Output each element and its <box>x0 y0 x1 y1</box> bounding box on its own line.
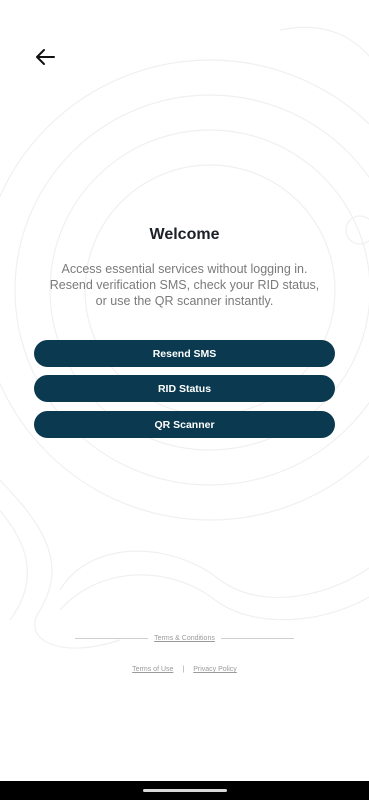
terms-conditions-link[interactable]: Terms & Conditions <box>148 635 221 642</box>
back-button[interactable] <box>30 42 60 72</box>
privacy-policy-link[interactable]: Privacy Policy <box>193 666 237 673</box>
resend-sms-button[interactable]: Resend SMS <box>34 340 335 367</box>
terms-of-use-link[interactable]: Terms of Use <box>132 666 173 673</box>
page-title: Welcome <box>149 226 220 243</box>
divider-right <box>220 637 295 639</box>
page-description: Access essential services without loggin… <box>49 262 320 308</box>
qr-scanner-button[interactable]: QR Scanner <box>34 411 335 438</box>
system-navigation-bar <box>0 781 369 800</box>
footer-links: Terms of Use | Privacy Policy <box>0 666 369 673</box>
divider-left <box>75 637 149 639</box>
rid-status-button[interactable]: RID Status <box>34 375 335 402</box>
arrow-left-icon <box>36 49 55 65</box>
terms-conditions-row: Terms & Conditions <box>75 632 295 644</box>
footer-separator: | <box>182 666 185 673</box>
welcome-screen: Welcome Access essential services withou… <box>0 0 369 800</box>
home-indicator[interactable] <box>143 789 227 792</box>
